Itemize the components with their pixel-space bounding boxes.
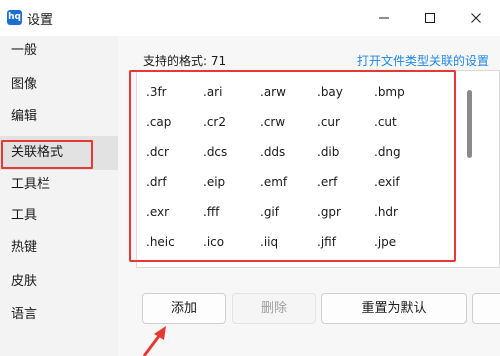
sidebar-item-hotkeys[interactable]: 热键	[0, 231, 118, 265]
app-icon: hq	[7, 10, 22, 25]
sidebar-item-general[interactable]: 一般	[0, 34, 118, 68]
sidebar-item-image[interactable]: 图像	[0, 68, 118, 102]
reset-to-default-button[interactable]: 重置为默认	[321, 293, 467, 324]
maximize-button[interactable]	[407, 0, 453, 36]
title-bar: hq 设置	[0, 0, 500, 36]
formats-list-highlight-box	[129, 70, 456, 262]
supported-formats-count: 支持的格式: 71	[143, 54, 227, 68]
extra-button[interactable]	[472, 293, 500, 324]
sidebar-item-toolbar[interactable]: 工具栏	[0, 168, 118, 202]
add-button[interactable]: 添加	[142, 293, 226, 324]
red-arrow-icon	[142, 326, 166, 356]
sidebar-item-skin[interactable]: 皮肤	[0, 265, 118, 299]
delete-button[interactable]: 删除	[232, 293, 316, 324]
sidebar-item-language[interactable]: 语言	[0, 298, 118, 332]
window-title: 设置	[27, 13, 54, 28]
minimize-button[interactable]	[361, 0, 407, 36]
list-scrollbar-thumb[interactable]	[467, 90, 472, 158]
sidebar-item-edit[interactable]: 编辑	[0, 100, 118, 134]
close-icon	[471, 13, 481, 23]
maximize-icon	[425, 13, 435, 23]
open-file-type-association-settings-link[interactable]: 打开文件类型关联的设置	[357, 52, 489, 69]
minimize-icon	[379, 17, 389, 19]
close-button[interactable]	[453, 0, 499, 36]
sidebar-highlight-box	[1, 140, 93, 169]
sidebar-item-tools[interactable]: 工具	[0, 199, 118, 233]
